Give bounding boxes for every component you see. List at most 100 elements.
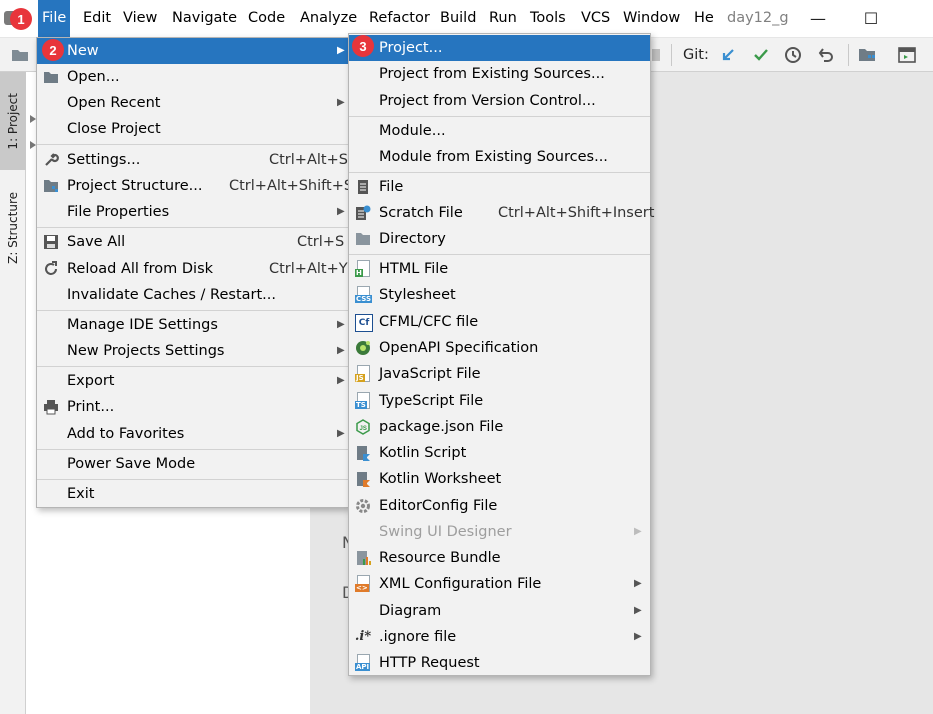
menu-item-package-json[interactable]: JS package.json File [349, 414, 650, 440]
menu-run-label: Run [489, 10, 517, 26]
menu-item-project-structure[interactable]: Project Structure... Ctrl+Alt+Shift+S [37, 173, 353, 199]
run-anything-icon[interactable] [897, 45, 917, 65]
menu-file-label: File [42, 10, 67, 26]
menu-item-close-project[interactable]: Close Project [37, 116, 348, 142]
reload-icon [43, 261, 59, 277]
menu-item-export[interactable]: Export ▶ [37, 368, 348, 394]
menu-item-editorconfig-file[interactable]: EditorConfig File [349, 493, 650, 519]
menu-item-settings[interactable]: Settings... Ctrl+Alt+S [37, 147, 348, 173]
menu-separator [349, 172, 650, 173]
menu-item-ignore-file[interactable]: .i* .ignore file ▶ [349, 624, 650, 650]
menu-tools[interactable]: Tools [526, 0, 570, 37]
menu-tools-label: Tools [530, 10, 566, 26]
menu-item-http-request[interactable]: API HTTP Request [349, 650, 650, 676]
vcs-update-icon[interactable] [718, 45, 738, 65]
maximize-button[interactable]: ☐ [848, 0, 894, 37]
menu-item-project-from-existing-sources[interactable]: Project from Existing Sources... [349, 61, 650, 87]
menu-build[interactable]: Build [436, 0, 480, 37]
menu-item-stylesheet[interactable]: CSS Stylesheet [349, 282, 650, 308]
menu-item-label: Module... [379, 123, 446, 139]
menu-vcs[interactable]: VCS [577, 0, 614, 37]
icon-tag: CSS [355, 295, 373, 303]
menu-item-label: File [379, 179, 404, 195]
menu-item-new[interactable]: New ▶ [37, 38, 348, 64]
menu-item-new-project[interactable]: Project... [349, 35, 650, 61]
menu-edit[interactable]: Edit [79, 0, 115, 37]
menu-item-add-to-favorites-label: Add to Favorites [67, 426, 185, 442]
vcs-commit-icon[interactable] [751, 45, 771, 65]
menu-item-export-label: Export [67, 373, 115, 389]
tab-project[interactable]: 1: Project [0, 72, 26, 170]
tab-structure[interactable]: Z: Structure [0, 180, 26, 276]
menu-item-xml-configuration-file[interactable]: <> XML Configuration File ▶ [349, 571, 650, 597]
menu-item-close-project-label: Close Project [67, 121, 161, 137]
shortcut-label: Ctrl+Alt+S [269, 152, 348, 168]
open-folder-icon[interactable] [10, 45, 30, 65]
vcs-rollback-icon[interactable] [816, 45, 836, 65]
menu-separator [349, 116, 650, 117]
file-icon [355, 179, 371, 195]
submenu-arrow-icon: ▶ [634, 578, 642, 589]
menu-item-resource-bundle[interactable]: Resource Bundle [349, 545, 650, 571]
menu-item-file-properties[interactable]: File Properties ▶ [37, 199, 348, 225]
menu-item-open-recent[interactable]: Open Recent ▶ [37, 90, 348, 116]
menu-item-html-file[interactable]: H HTML File [349, 256, 650, 282]
menu-item-file-properties-label: File Properties [67, 204, 170, 220]
menu-item-javascript-file[interactable]: JS JavaScript File [349, 361, 650, 387]
menu-view[interactable]: View [119, 0, 161, 37]
open-folder-icon [43, 69, 59, 85]
menu-item-openapi[interactable]: OpenAPI Specification [349, 335, 650, 361]
menu-item-exit[interactable]: Exit [37, 481, 348, 507]
menu-item-invalidate-caches[interactable]: Invalidate Caches / Restart... [37, 282, 348, 308]
menu-item-label: OpenAPI Specification [379, 340, 539, 356]
menu-separator [37, 479, 348, 480]
menu-navigate[interactable]: Navigate [168, 0, 241, 37]
menu-item-project-from-vcs[interactable]: Project from Version Control... [349, 88, 650, 114]
project-structure-icon[interactable] [857, 45, 877, 65]
icon-tag: H [355, 269, 363, 277]
menu-item-reload-all[interactable]: Reload All from Disk Ctrl+Alt+Y [37, 256, 348, 282]
menu-navigate-label: Navigate [172, 10, 238, 26]
menu-help[interactable]: He [690, 0, 718, 37]
menu-item-save-all[interactable]: Save All Ctrl+S [37, 229, 348, 255]
menu-item-label: HTML File [379, 261, 449, 277]
menu-item-new-projects-settings[interactable]: New Projects Settings ▶ [37, 338, 348, 364]
menu-item-power-save-mode[interactable]: Power Save Mode [37, 451, 348, 477]
submenu-arrow-icon: ▶ [337, 428, 345, 439]
menu-run[interactable]: Run [485, 0, 521, 37]
menu-item-add-to-favorites[interactable]: Add to Favorites ▶ [37, 421, 348, 447]
menu-item-settings-label: Settings... [67, 152, 141, 168]
menu-item-module[interactable]: Module... [349, 118, 650, 144]
menu-separator [37, 144, 348, 145]
menu-refactor[interactable]: Refactor [365, 0, 434, 37]
menu-code[interactable]: Code [244, 0, 289, 37]
menu-item-label: Kotlin Worksheet [379, 471, 502, 487]
menu-item-file[interactable]: File [349, 174, 650, 200]
menu-analyze-label: Analyze [300, 10, 358, 26]
menu-window-label: Window [623, 10, 681, 26]
menu-item-kotlin-worksheet[interactable]: Kotlin Worksheet [349, 466, 650, 492]
menu-separator [37, 310, 348, 311]
menu-item-directory[interactable]: Directory [349, 226, 650, 252]
menu-item-manage-ide-settings[interactable]: Manage IDE Settings ▶ [37, 312, 348, 338]
window-title-project-name: day12_g [723, 0, 793, 37]
minimize-button[interactable]: — [795, 0, 841, 37]
menu-item-label: Project from Version Control... [379, 93, 596, 109]
menu-item-print[interactable]: Print... [37, 394, 348, 420]
menu-item-label: Stylesheet [379, 287, 456, 303]
menu-analyze[interactable]: Analyze [296, 0, 361, 37]
menu-refactor-label: Refactor [369, 10, 430, 26]
menu-separator [349, 254, 650, 255]
vcs-history-icon[interactable] [783, 45, 803, 65]
menu-item-scratch-file[interactable]: Scratch File Ctrl+Alt+Shift+Insert [349, 200, 654, 226]
menu-item-typescript-file[interactable]: TS TypeScript File [349, 388, 650, 414]
menu-window[interactable]: Window [619, 0, 684, 37]
icon-tag: <> [355, 584, 369, 592]
menu-item-open[interactable]: Open... [37, 64, 348, 90]
menu-item-cfml-file[interactable]: Cf CFML/CFC file [349, 309, 650, 335]
menu-item-diagram[interactable]: Diagram ▶ [349, 598, 650, 624]
menu-item-kotlin-script[interactable]: Kotlin Script [349, 440, 650, 466]
menu-item-module-from-existing-sources[interactable]: Module from Existing Sources... [349, 144, 650, 170]
toolbar-separator [671, 44, 672, 66]
menu-file[interactable]: File [38, 0, 71, 37]
